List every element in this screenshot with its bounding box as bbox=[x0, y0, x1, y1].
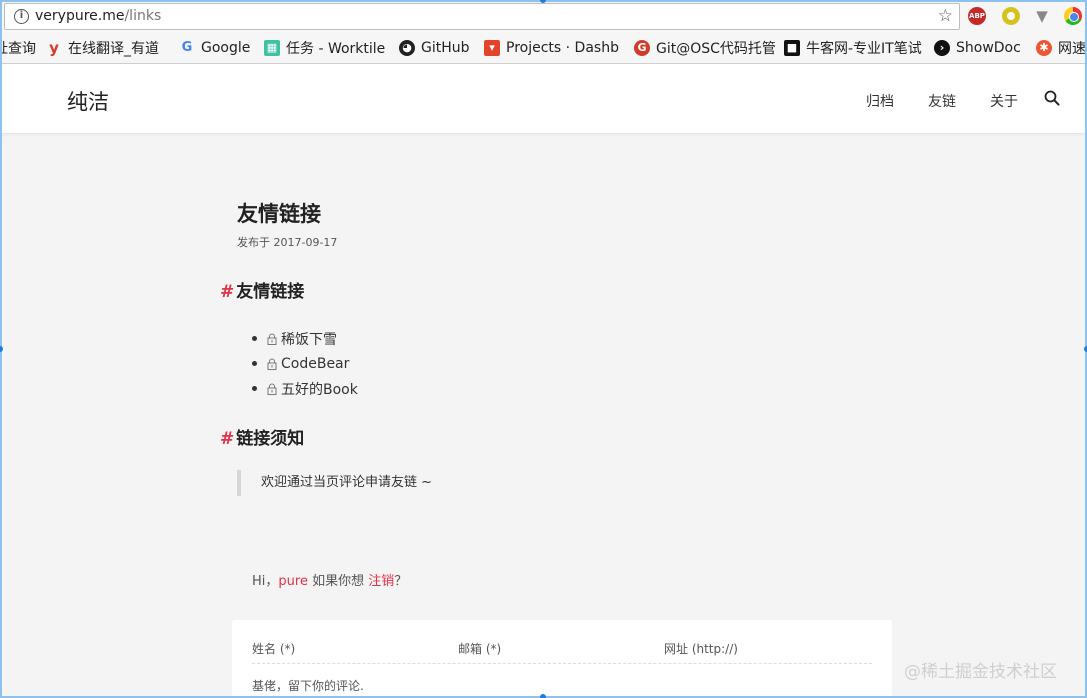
extension-circle-icon[interactable] bbox=[1002, 7, 1020, 25]
bookmark-label: 址查询 bbox=[0, 41, 36, 57]
vue-devtools-icon[interactable]: ▼ bbox=[1033, 7, 1051, 25]
info-icon[interactable]: i bbox=[14, 9, 29, 24]
bookmarks-bar: 址查询 y 在线翻译_有道 G Google ▦ 任务 - Worktile ◕… bbox=[0, 34, 1087, 62]
nav-links[interactable]: 友链 bbox=[928, 91, 956, 111]
youdao-icon: y bbox=[49, 39, 59, 57]
post-title: 友情链接 bbox=[237, 202, 321, 226]
bookmark-label: 网速 bbox=[1058, 41, 1086, 57]
greeting-prefix: Hi， bbox=[252, 574, 279, 589]
bookmark-item[interactable]: › ShowDoc bbox=[934, 38, 1021, 58]
bookmark-item[interactable]: G Git@OSC代码托管 bbox=[634, 38, 776, 58]
bookmark-item[interactable]: ▾ Projects · Dashb bbox=[484, 38, 619, 58]
friend-link[interactable]: 稀饭下雪 bbox=[281, 329, 337, 349]
search-icon[interactable] bbox=[1044, 90, 1060, 106]
greeting-suffix: ？ bbox=[394, 574, 408, 589]
speedtest-icon: ✱ bbox=[1036, 40, 1052, 56]
email-field[interactable]: 邮箱 (*) bbox=[458, 640, 501, 657]
bullet bbox=[252, 386, 257, 391]
osc-icon: G bbox=[634, 40, 650, 56]
address-bar[interactable]: i verypure.me/links ☆ bbox=[4, 3, 960, 30]
gitlab-icon: ▾ bbox=[484, 40, 500, 56]
bookmark-star-icon[interactable]: ☆ bbox=[938, 6, 953, 26]
name-field[interactable]: 姓名 (*) bbox=[252, 640, 295, 657]
bullet bbox=[252, 336, 257, 341]
nav-about[interactable]: 关于 bbox=[990, 91, 1018, 111]
bookmark-label: 牛客网-专业IT笔试 bbox=[806, 41, 922, 57]
section-title: 友情链接 bbox=[236, 282, 305, 302]
comment-textarea[interactable]: 基佬，留下你的评论. bbox=[252, 677, 364, 694]
nav-archive[interactable]: 归档 bbox=[866, 91, 894, 111]
section-heading-links: # 友情链接 bbox=[220, 277, 304, 302]
site-header: 纯洁 归档 友链 关于 bbox=[0, 64, 1087, 134]
notice-blockquote: 欢迎通过当页评论申请友链 ~ bbox=[237, 470, 537, 496]
address-row: i verypure.me/links ☆ ABP ▼ bbox=[0, 0, 1087, 34]
github-icon: ◕ bbox=[399, 40, 415, 56]
bookmark-item[interactable]: ◕ GitHub bbox=[399, 38, 470, 58]
friend-links-list: 稀饭下雪 CodeBear 五好的Book bbox=[252, 326, 358, 401]
worktile-icon: ▦ bbox=[264, 40, 280, 56]
url-text[interactable]: verypure.me/links bbox=[35, 8, 161, 24]
bookmark-label: 在线翻译_有道 bbox=[68, 41, 159, 57]
resize-handle[interactable] bbox=[540, 694, 546, 698]
bookmark-item[interactable]: y 在线翻译_有道 bbox=[46, 38, 159, 58]
bookmark-label: Git@OSC代码托管 bbox=[656, 41, 776, 57]
bookmark-item[interactable]: ■ 牛客网-专业IT笔试 bbox=[784, 38, 922, 58]
google-icon: G bbox=[181, 40, 193, 55]
bookmark-item[interactable]: ✱ 网速 bbox=[1036, 38, 1086, 58]
url-field[interactable]: 网址 (http://) bbox=[664, 640, 738, 657]
url-path: /links bbox=[124, 8, 162, 24]
post-date: 发布于 2017-09-17 bbox=[237, 236, 338, 249]
nowcoder-icon: ■ bbox=[784, 40, 800, 56]
site-title[interactable]: 纯洁 bbox=[67, 86, 109, 116]
bookmark-label: GitHub bbox=[421, 40, 470, 56]
browser-chrome: i verypure.me/links ☆ ABP ▼ 址查询 y 在线翻译_有… bbox=[0, 0, 1087, 64]
bookmark-label: Projects · Dashb bbox=[506, 40, 619, 56]
section-title: 链接须知 bbox=[236, 429, 305, 449]
lock-icon bbox=[267, 358, 277, 370]
friend-link[interactable]: CodeBear bbox=[281, 356, 349, 372]
watermark: @稀土掘金技术社区 bbox=[904, 662, 1057, 682]
bookmark-item[interactable]: ▦ 任务 - Worktile bbox=[264, 38, 385, 58]
bullet bbox=[252, 361, 257, 366]
list-item[interactable]: CodeBear bbox=[252, 351, 358, 376]
bookmark-label: Google bbox=[201, 40, 251, 56]
adblock-icon[interactable]: ABP bbox=[968, 7, 986, 25]
user-link[interactable]: pure bbox=[278, 574, 308, 589]
heading-anchor[interactable]: # bbox=[220, 429, 234, 449]
list-item[interactable]: 稀饭下雪 bbox=[252, 326, 358, 351]
logout-link[interactable]: 注销 bbox=[368, 574, 394, 589]
bookmark-item[interactable]: G Google bbox=[179, 38, 251, 58]
bookmark-label: 任务 - Worktile bbox=[286, 41, 386, 57]
comment-greeting: Hi，pure 如果你想 注销？ bbox=[252, 570, 407, 589]
lock-icon bbox=[267, 333, 277, 345]
heading-anchor[interactable]: # bbox=[220, 282, 234, 302]
greeting-middle: 如果你想 bbox=[307, 574, 369, 589]
section-heading-notice: # 链接须知 bbox=[220, 424, 304, 449]
lock-icon bbox=[267, 383, 277, 395]
list-item[interactable]: 五好的Book bbox=[252, 376, 358, 401]
showdoc-icon: › bbox=[934, 40, 950, 56]
comment-form: 姓名 (*) 邮箱 (*) 网址 (http://) 基佬，留下你的评论. bbox=[232, 620, 892, 698]
bookmark-item[interactable]: 址查询 bbox=[0, 38, 36, 58]
friend-link[interactable]: 五好的Book bbox=[281, 379, 358, 399]
divider bbox=[252, 663, 872, 664]
bookmark-label: ShowDoc bbox=[956, 40, 1021, 56]
resize-handle[interactable] bbox=[0, 346, 3, 352]
chrome-extension-icon[interactable] bbox=[1064, 7, 1082, 25]
url-host: verypure.me bbox=[35, 8, 125, 24]
